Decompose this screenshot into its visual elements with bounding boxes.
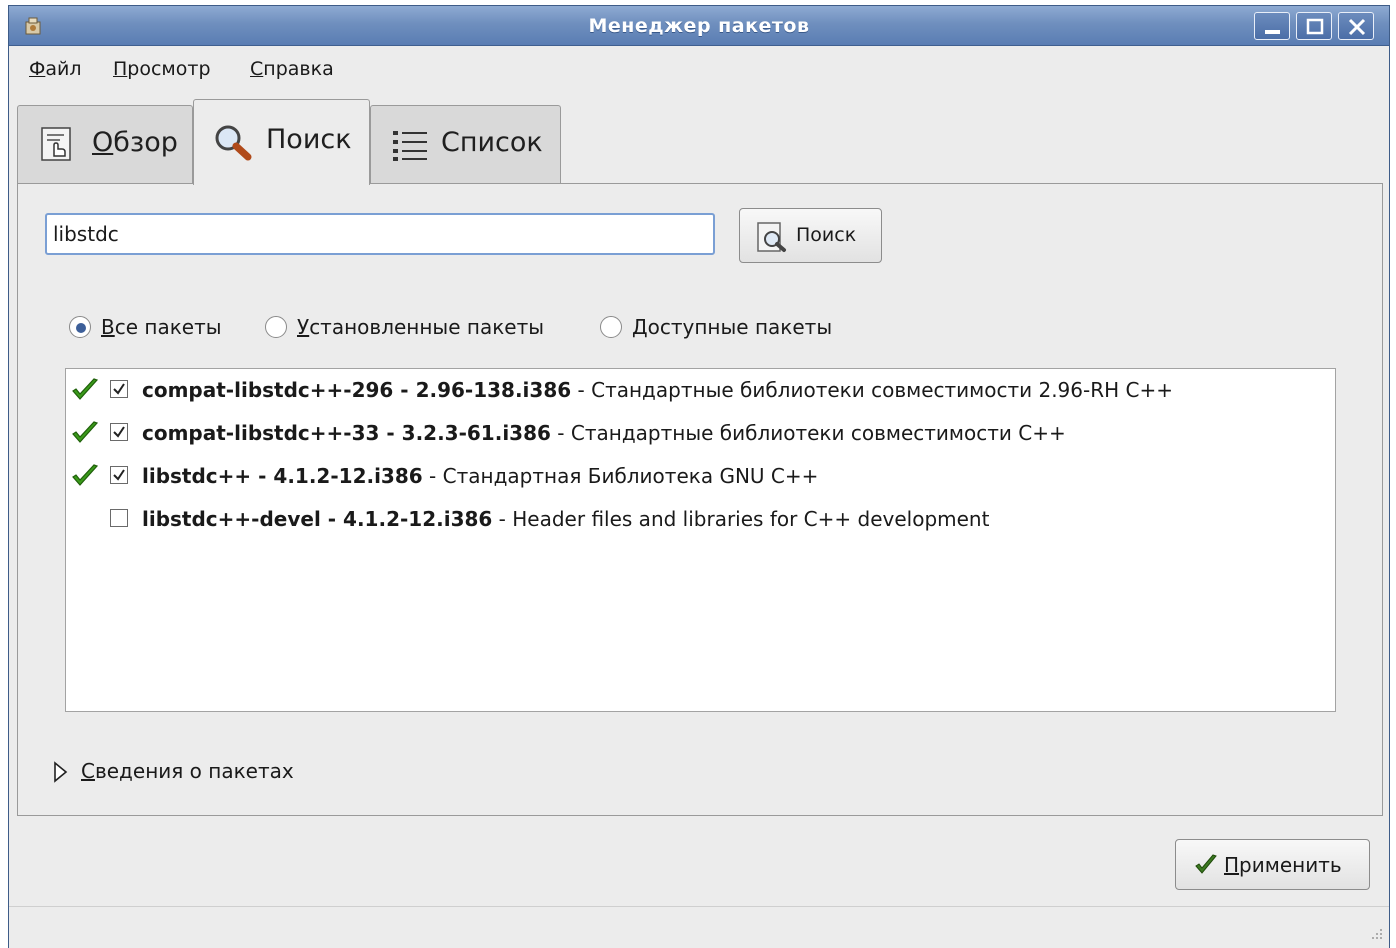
search-button-label: Поиск bbox=[796, 224, 857, 246]
package-checkbox[interactable] bbox=[110, 466, 128, 484]
maximize-button[interactable] bbox=[1296, 12, 1332, 40]
package-description: Стандартные библиотеки совместимости 2.9… bbox=[591, 378, 1173, 402]
package-text: libstdc++ - 4.1.2-12.i386 - Стандартная … bbox=[142, 464, 818, 488]
checkmark-icon bbox=[1195, 854, 1217, 874]
package-name: compat-libstdc++-33 - 3.2.3-61.i386 bbox=[142, 421, 551, 445]
overview-icon bbox=[41, 127, 71, 161]
radio-dot bbox=[76, 323, 86, 333]
list-icon bbox=[393, 131, 427, 161]
package-checkbox[interactable] bbox=[110, 380, 128, 398]
separator: - bbox=[422, 464, 443, 488]
tab-list[interactable]: Список bbox=[370, 105, 561, 183]
menu-help[interactable]: Справка bbox=[250, 58, 334, 80]
tab-overview-label: Обзор bbox=[92, 127, 178, 158]
checkmark-icon bbox=[113, 383, 125, 395]
installed-check-icon bbox=[72, 421, 99, 443]
package-checkbox[interactable] bbox=[110, 509, 128, 527]
search-input[interactable] bbox=[45, 213, 715, 255]
package-text: compat-libstdc++-296 - 2.96-138.i386 - С… bbox=[142, 378, 1173, 402]
tab-overview[interactable]: Обзор bbox=[17, 105, 193, 183]
menu-file[interactable]: Файл bbox=[29, 58, 82, 80]
package-details-label: Сведения о пакетах bbox=[81, 759, 294, 783]
checkmark-icon bbox=[113, 469, 125, 481]
window-title: Менеджер пакетов bbox=[588, 15, 810, 37]
checkmark-icon bbox=[113, 426, 125, 438]
package-description: Стандартные библиотеки совместимости C++ bbox=[570, 421, 1066, 445]
menu-view[interactable]: Просмотр bbox=[113, 58, 211, 80]
radio-installed-label: Установленные пакеты bbox=[297, 315, 545, 339]
list-item[interactable]: compat-libstdc++-33 - 3.2.3-61.i386 - Ст… bbox=[66, 412, 1335, 454]
resize-grip-icon[interactable] bbox=[1369, 928, 1383, 942]
radio-indicator bbox=[600, 316, 622, 338]
list-item[interactable]: compat-libstdc++-296 - 2.96-138.i386 - С… bbox=[66, 369, 1335, 411]
search-button[interactable]: Поиск bbox=[739, 208, 882, 263]
minimize-icon bbox=[1265, 30, 1280, 34]
package-description: Стандартная Библиотека GNU C++ bbox=[442, 464, 819, 488]
list-item[interactable]: libstdc++-devel - 4.1.2-12.i386 - Header… bbox=[66, 498, 1335, 540]
separator: - bbox=[571, 378, 592, 402]
minimize-button[interactable] bbox=[1254, 12, 1290, 40]
tab-list-label: Список bbox=[441, 127, 543, 158]
title-bar[interactable]: Менеджер пакетов bbox=[9, 6, 1389, 46]
search-file-icon bbox=[757, 222, 786, 252]
package-name: compat-libstdc++-296 - 2.96-138.i386 bbox=[142, 378, 572, 402]
radio-available-label: Доступные пакеты bbox=[632, 315, 833, 339]
radio-all-label: Все пакеты bbox=[101, 315, 222, 339]
apply-button-label: Применить bbox=[1224, 853, 1342, 877]
close-button[interactable] bbox=[1338, 12, 1374, 40]
radio-indicator bbox=[265, 316, 287, 338]
package-text: libstdc++-devel - 4.1.2-12.i386 - Header… bbox=[142, 507, 989, 531]
installed-check-icon bbox=[72, 464, 99, 486]
package-name: libstdc++ - 4.1.2-12.i386 bbox=[142, 464, 423, 488]
package-checkbox[interactable] bbox=[110, 423, 128, 441]
magnifier-icon bbox=[215, 125, 252, 161]
tab-search-label: Поиск bbox=[266, 124, 352, 155]
installed-check-icon bbox=[72, 378, 99, 400]
tab-search[interactable]: Поиск bbox=[193, 99, 370, 185]
radio-indicator bbox=[69, 316, 91, 338]
apply-button[interactable]: Применить bbox=[1175, 839, 1370, 890]
separator: - bbox=[492, 507, 513, 531]
expander-arrow-icon bbox=[54, 761, 68, 783]
package-description: Header files and libraries for C++ devel… bbox=[512, 507, 990, 531]
package-name: libstdc++-devel - 4.1.2-12.i386 bbox=[142, 507, 493, 531]
close-icon bbox=[1348, 18, 1366, 36]
maximize-icon bbox=[1306, 18, 1324, 35]
separator: - bbox=[550, 421, 571, 445]
package-manager-window: Менеджер пакетов Файл Просмотр Справка О… bbox=[8, 5, 1390, 948]
status-bar bbox=[9, 906, 1389, 948]
package-list[interactable]: compat-libstdc++-296 - 2.96-138.i386 - С… bbox=[65, 368, 1336, 712]
list-item[interactable]: libstdc++ - 4.1.2-12.i386 - Стандартная … bbox=[66, 455, 1335, 497]
menu-bar: Файл Просмотр Справка bbox=[9, 47, 1389, 89]
package-text: compat-libstdc++-33 - 3.2.3-61.i386 - Ст… bbox=[142, 421, 1066, 445]
